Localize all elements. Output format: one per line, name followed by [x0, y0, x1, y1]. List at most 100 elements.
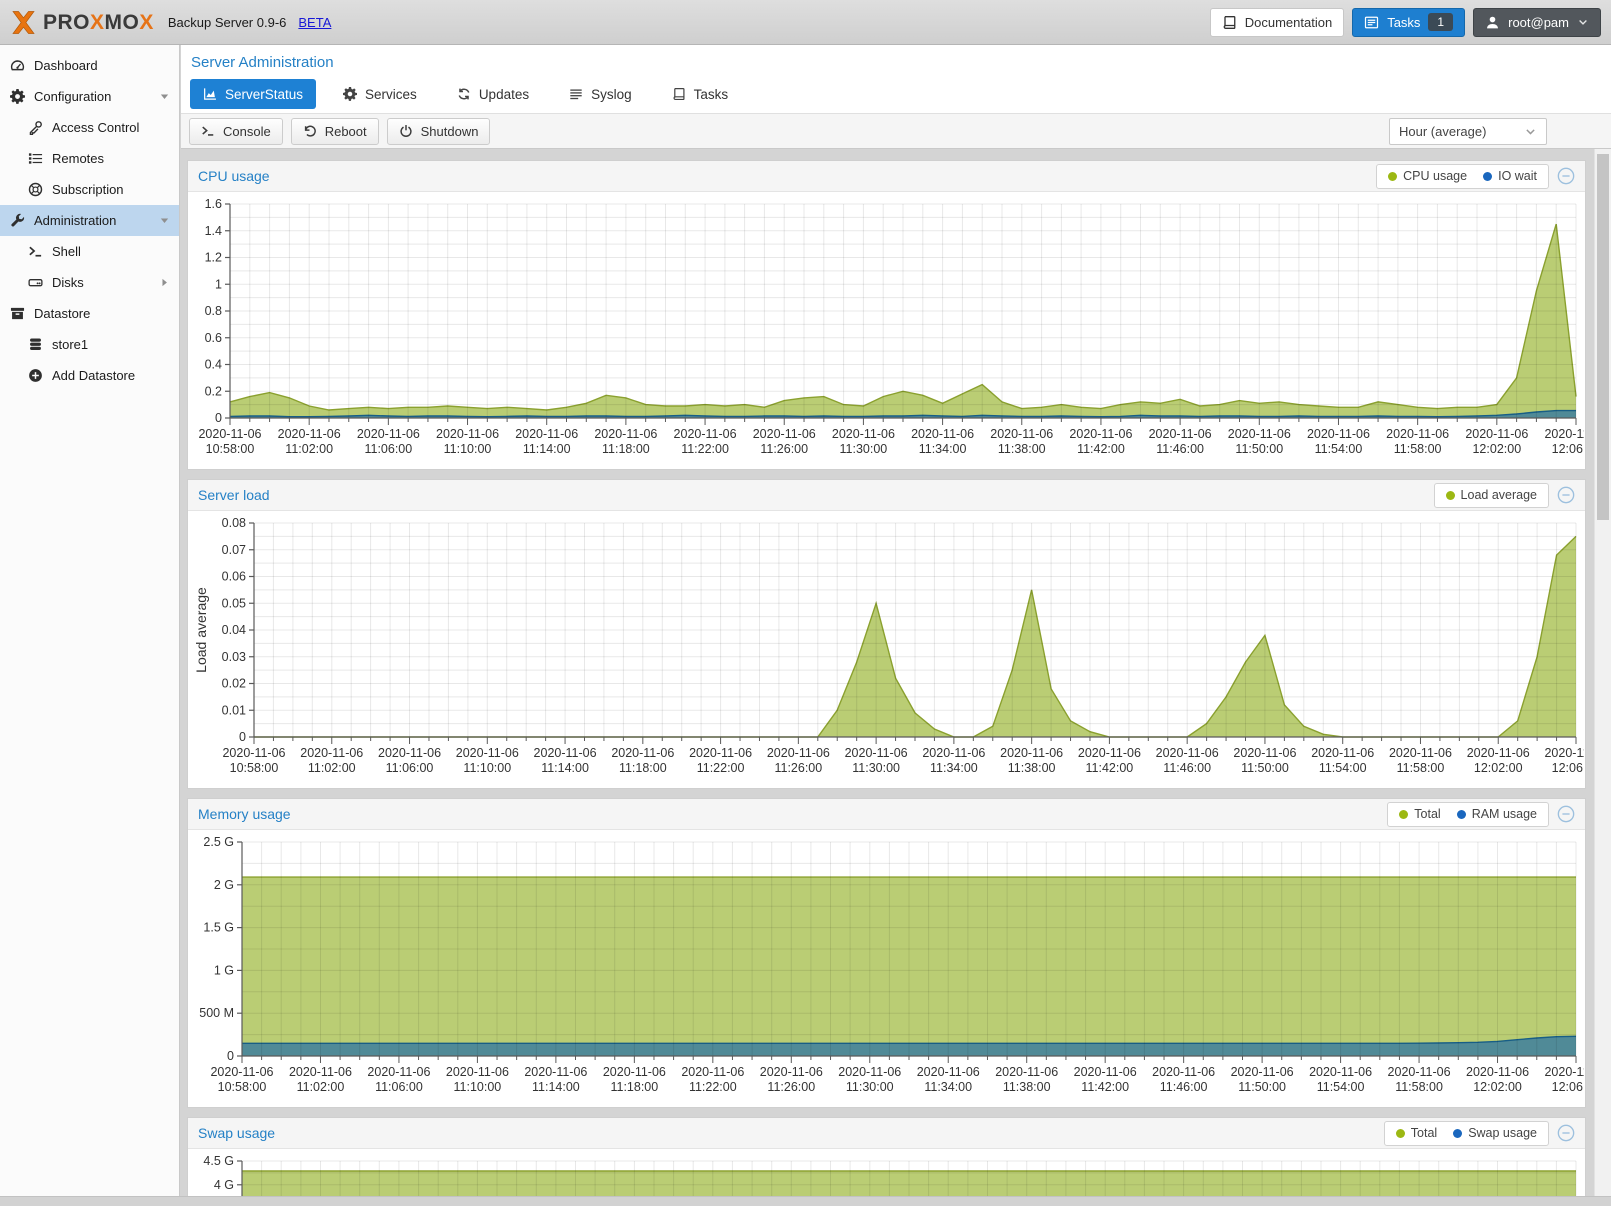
collapse-panel-button[interactable] [1557, 486, 1575, 504]
svg-text:12:06:00: 12:06:00 [1552, 1080, 1584, 1094]
panel-title: Swap usage [198, 1125, 275, 1141]
svg-text:0.08: 0.08 [222, 516, 246, 530]
svg-text:11:06:00: 11:06:00 [364, 442, 412, 456]
legend-item-total[interactable]: Total [1399, 807, 1440, 821]
svg-text:2020-11-06: 2020-11-06 [1466, 1065, 1529, 1079]
svg-text:12:02:00: 12:02:00 [1473, 1080, 1522, 1094]
sidebar-item-disks[interactable]: Disks [0, 267, 179, 298]
legend-item-io-wait[interactable]: IO wait [1483, 169, 1537, 183]
panel-title: Server load [198, 487, 270, 503]
sidebar-item-dashboard[interactable]: Dashboard [0, 50, 179, 81]
sidebar-item-label: Remotes [52, 151, 104, 166]
svg-text:2020-11-06: 2020-11-06 [278, 427, 341, 441]
svg-text:11:22:00: 11:22:00 [681, 442, 729, 456]
svg-text:0: 0 [215, 411, 222, 425]
svg-text:11:54:00: 11:54:00 [1317, 1080, 1365, 1094]
terminal-icon [201, 124, 215, 138]
svg-text:0.02: 0.02 [222, 677, 246, 691]
svg-text:11:18:00: 11:18:00 [619, 761, 667, 775]
sidebar-item-shell[interactable]: Shell [0, 236, 179, 267]
reboot-button[interactable]: Reboot [291, 118, 379, 145]
sidebar-item-access-control[interactable]: Access Control [0, 112, 179, 143]
sidebar-item-remotes[interactable]: Remotes [0, 143, 179, 174]
legend-item-ram-usage[interactable]: RAM usage [1457, 807, 1537, 821]
tab-serverstatus[interactable]: ServerStatus [190, 79, 316, 109]
svg-text:4 G: 4 G [214, 1178, 234, 1192]
legend-item-total[interactable]: Total [1396, 1126, 1437, 1140]
svg-text:10:58:00: 10:58:00 [230, 761, 279, 775]
collapse-panel-button[interactable] [1557, 1124, 1575, 1142]
cpu-usage-panel: CPU usageCPU usageIO wait00.20.40.60.811… [187, 160, 1586, 470]
svg-text:1: 1 [215, 277, 222, 291]
svg-text:11:02:00: 11:02:00 [297, 1080, 345, 1094]
memory-usage-chart-body: 0500 M1 G1.5 G2 G2.5 G2020-11-0610:58:00… [188, 830, 1585, 1107]
sidebar-item-label: Administration [34, 213, 116, 228]
svg-text:2020-11-06: 2020-11-06 [760, 1065, 823, 1079]
svg-text:2020-11-06: 2020-11-06 [1544, 1065, 1584, 1079]
shutdown-button[interactable]: Shutdown [387, 118, 491, 145]
book-icon [1222, 15, 1237, 30]
svg-text:4.5 G: 4.5 G [203, 1154, 234, 1168]
sidebar-item-label: Dashboard [34, 58, 98, 73]
svg-text:11:02:00: 11:02:00 [308, 761, 356, 775]
svg-text:1.4: 1.4 [205, 224, 222, 238]
svg-text:2020-11-06: 2020-11-06 [611, 746, 674, 760]
collapse-panel-button[interactable] [1557, 167, 1575, 185]
svg-text:12:02:00: 12:02:00 [1474, 761, 1523, 775]
memory-usage-legend: Total RAM usage [1387, 802, 1549, 827]
svg-text:11:06:00: 11:06:00 [386, 761, 434, 775]
sidebar-item-configuration[interactable]: Configuration [0, 81, 179, 112]
svg-text:2020-11-06: 2020-11-06 [1386, 427, 1449, 441]
svg-text:11:38:00: 11:38:00 [1003, 1080, 1051, 1094]
svg-text:2 G: 2 G [214, 878, 234, 892]
svg-text:1 G: 1 G [214, 963, 234, 977]
tasks-count-badge: 1 [1428, 13, 1453, 31]
svg-text:0.04: 0.04 [222, 623, 246, 637]
tab-label: Tasks [694, 87, 729, 102]
legend-item-load-average[interactable]: Load average [1446, 488, 1537, 502]
svg-text:11:26:00: 11:26:00 [760, 442, 808, 456]
caret-down-icon [158, 214, 171, 227]
timeframe-select-value: Hour (average) [1399, 124, 1486, 139]
scrollbar-thumb[interactable] [1597, 154, 1609, 520]
user-menu-button[interactable]: root@pam [1473, 8, 1601, 37]
svg-text:11:22:00: 11:22:00 [697, 761, 745, 775]
sidebar-item-store1[interactable]: store1 [0, 329, 179, 360]
svg-text:2020-11-06: 2020-11-06 [1156, 746, 1219, 760]
console-button[interactable]: Console [189, 118, 283, 145]
collapse-panel-button[interactable] [1557, 805, 1575, 823]
svg-text:12:06:00: 12:06:00 [1552, 442, 1584, 456]
svg-text:2020-11-06: 2020-11-06 [689, 746, 752, 760]
documentation-button[interactable]: Documentation [1210, 8, 1344, 37]
sidebar-item-administration[interactable]: Administration [0, 205, 179, 236]
toolbar-button-label: Console [223, 124, 271, 139]
svg-text:0.01: 0.01 [222, 703, 246, 717]
timeframe-select[interactable]: Hour (average) [1389, 118, 1547, 145]
vertical-scrollbar[interactable] [1594, 149, 1611, 1206]
tab-updates[interactable]: Updates [444, 79, 542, 109]
server-load-legend: Load average [1434, 483, 1549, 508]
legend-item-swap-usage[interactable]: Swap usage [1453, 1126, 1537, 1140]
svg-text:1.6: 1.6 [205, 197, 222, 211]
sidebar-item-add-datastore[interactable]: Add Datastore [0, 360, 179, 391]
legend-label: Total [1411, 1126, 1437, 1140]
tasks-button[interactable]: Tasks 1 [1352, 8, 1465, 37]
legend-label: IO wait [1498, 169, 1537, 183]
svg-text:11:42:00: 11:42:00 [1086, 761, 1134, 775]
sidebar-item-datastore[interactable]: Datastore [0, 298, 179, 329]
server-load-chart: 00.010.020.030.040.050.060.070.082020-11… [188, 511, 1584, 783]
tab-tasks[interactable]: Tasks [659, 79, 742, 109]
svg-text:11:34:00: 11:34:00 [930, 761, 978, 775]
svg-text:0: 0 [239, 730, 246, 744]
svg-text:0.06: 0.06 [222, 570, 246, 584]
sidebar-item-label: Add Datastore [52, 368, 135, 383]
svg-text:2020-11-06: 2020-11-06 [995, 1065, 1058, 1079]
beta-link[interactable]: BETA [298, 15, 331, 30]
tab-bar: ServerStatus Services Updates Syslog Tasks [181, 71, 1611, 110]
sidebar-item-subscription[interactable]: Subscription [0, 174, 179, 205]
tab-services[interactable]: Services [330, 79, 430, 109]
svg-text:2020-11-06: 2020-11-06 [1388, 1065, 1451, 1079]
tab-syslog[interactable]: Syslog [556, 79, 645, 109]
legend-item-cpu-usage[interactable]: CPU usage [1388, 169, 1467, 183]
svg-text:11:26:00: 11:26:00 [767, 1080, 815, 1094]
